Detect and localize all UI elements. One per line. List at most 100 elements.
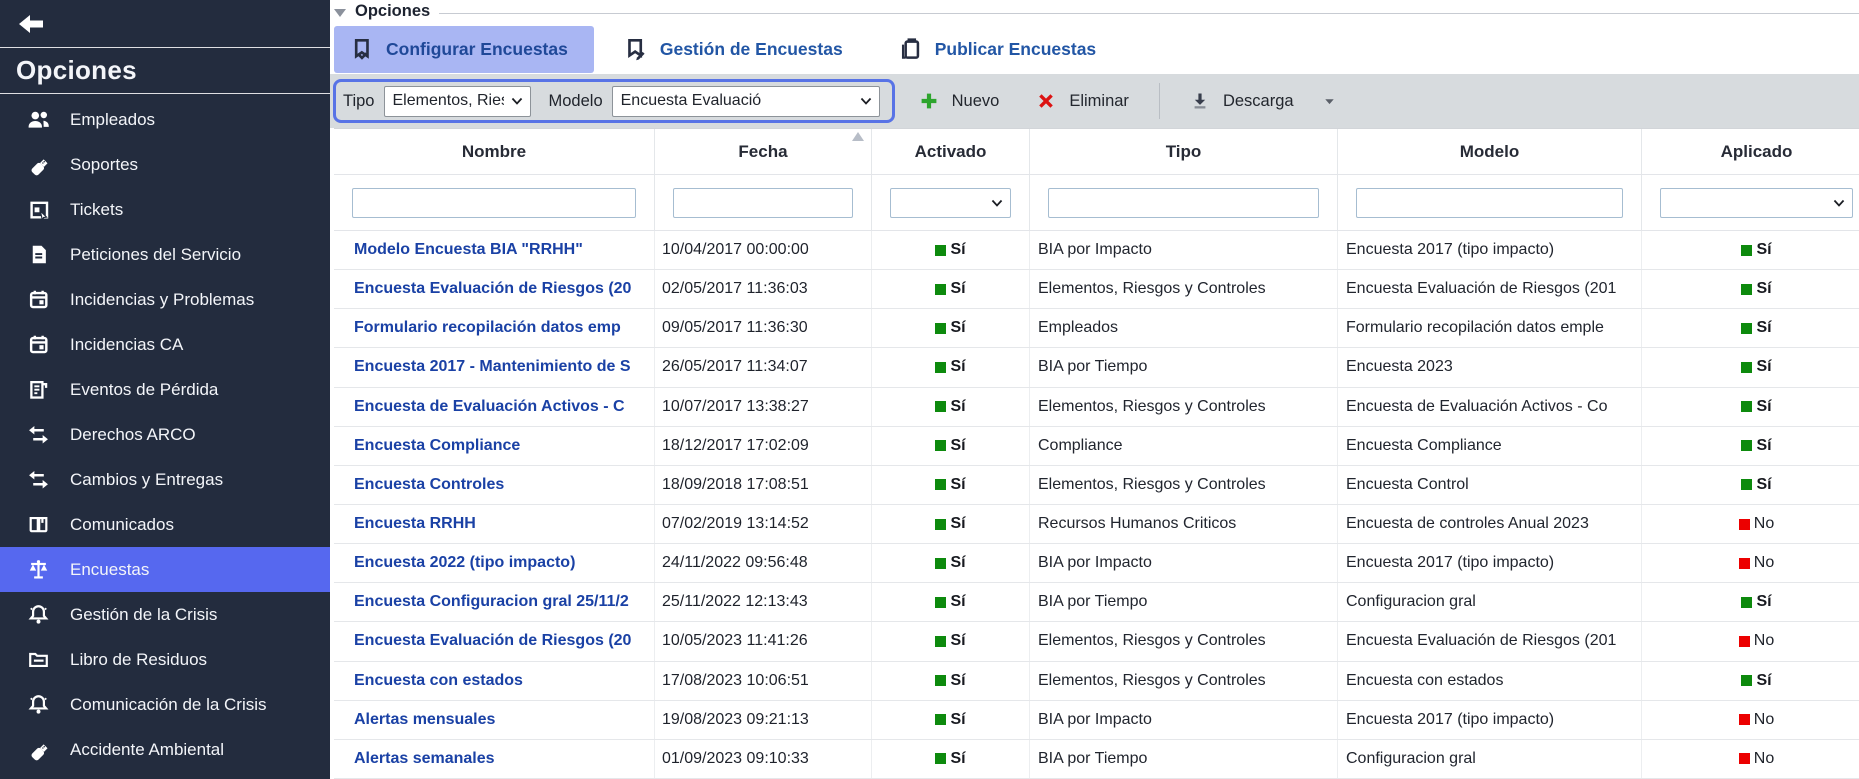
- sidebar-item-empleados[interactable]: Empleados: [0, 97, 330, 142]
- survey-link[interactable]: Encuesta 2022 (tipo impacto): [354, 554, 575, 572]
- sidebar-collapse-button[interactable]: [0, 0, 330, 48]
- modelo-select[interactable]: Encuesta Evaluació: [612, 86, 880, 117]
- survey-link[interactable]: Encuesta Compliance: [354, 437, 520, 455]
- cell-tipo: BIA por Impacto: [1030, 701, 1338, 739]
- column-header-activado[interactable]: Activado: [872, 129, 1030, 174]
- caret-down-icon[interactable]: [1323, 95, 1336, 108]
- table-row[interactable]: Modelo Encuesta BIA "RRHH"10/04/2017 00:…: [334, 231, 1859, 270]
- table-row[interactable]: Encuesta Controles18/09/2018 17:08:51SíE…: [334, 466, 1859, 505]
- cell-fecha: 24/11/2022 09:56:48: [655, 544, 872, 582]
- tipo-label: Tipo: [343, 92, 375, 111]
- table-row[interactable]: Encuesta Compliance18/12/2017 17:02:09Sí…: [334, 427, 1859, 466]
- red-square-icon: [1739, 714, 1750, 725]
- filter-select-activado[interactable]: [890, 188, 1011, 218]
- column-header-nombre[interactable]: Nombre: [334, 129, 655, 174]
- sidebar-item-label: Eventos de Pérdida: [70, 380, 218, 400]
- cell-nombre: Formulario recopilación datos emp: [334, 309, 655, 347]
- cell-tipo: Elementos, Riesgos y Controles: [1030, 622, 1338, 660]
- cell-aplicado: Sí: [1642, 583, 1859, 621]
- survey-link[interactable]: Encuesta Controles: [354, 476, 504, 494]
- sidebar-item-eventos-de-p-rdida[interactable]: Eventos de Pérdida: [0, 367, 330, 412]
- green-square-icon: [935, 323, 946, 334]
- survey-link[interactable]: Encuesta 2017 - Mantenimiento de S: [354, 358, 631, 376]
- table-row[interactable]: Alertas semanales01/09/2023 09:10:33SíBI…: [334, 740, 1859, 779]
- table-row[interactable]: Formulario recopilación datos emp 09/05/2…: [334, 309, 1859, 348]
- filter-input-fecha[interactable]: [673, 188, 853, 218]
- survey-link[interactable]: Formulario recopilación datos emp: [354, 319, 621, 337]
- filter-select-aplicado[interactable]: [1660, 188, 1853, 218]
- table-row[interactable]: Encuesta RRHH07/02/2019 13:14:52SíRecurs…: [334, 505, 1859, 544]
- sidebar-item-derechos-arco[interactable]: Derechos ARCO: [0, 412, 330, 457]
- table-row[interactable]: Encuesta Evaluación de Riesgos (2002/05/…: [334, 270, 1859, 309]
- survey-link[interactable]: Alertas mensuales: [354, 711, 495, 729]
- sidebar-item-incidencias-y-problemas[interactable]: Incidencias y Problemas: [0, 277, 330, 322]
- cell-fecha: 17/08/2023 10:06:51: [655, 662, 872, 700]
- table-row[interactable]: Encuesta Configuracion gral 25/11/225/11…: [334, 583, 1859, 622]
- collapse-triangle-icon[interactable]: [334, 9, 346, 17]
- scales-icon: [27, 558, 50, 581]
- options-fieldset-legend: Opciones: [334, 0, 1859, 23]
- sidebar-item-encuestas[interactable]: Encuestas: [0, 547, 330, 592]
- delete-button[interactable]: Eliminar: [1036, 91, 1129, 111]
- sidebar-item-comunicaci-n-de-la-crisis[interactable]: Comunicación de la Crisis: [0, 682, 330, 727]
- survey-link[interactable]: Encuesta Evaluación de Riesgos (20: [354, 632, 631, 650]
- cell-aplicado: Sí: [1642, 427, 1859, 465]
- cell-modelo: Encuesta de controles Anual 2023: [1338, 505, 1642, 543]
- cell-fecha: 09/05/2017 11:36:30: [655, 309, 872, 347]
- sidebar-item-cambios-y-entregas[interactable]: Cambios y Entregas: [0, 457, 330, 502]
- cell-aplicado: No: [1642, 701, 1859, 739]
- tab-publicar-encuestas[interactable]: Publicar Encuestas: [883, 26, 1122, 73]
- list-document-icon: [27, 378, 50, 401]
- column-header-tipo[interactable]: Tipo: [1030, 129, 1338, 174]
- sidebar-item-tickets[interactable]: Tickets: [0, 187, 330, 232]
- filter-cell-activado: [872, 175, 1030, 230]
- filter-input-nombre[interactable]: [352, 188, 636, 218]
- cell-tipo: Elementos, Riesgos y Controles: [1030, 270, 1338, 308]
- table-row[interactable]: Encuesta con estados17/08/2023 10:06:51S…: [334, 662, 1859, 701]
- download-button[interactable]: Descarga: [1190, 91, 1336, 111]
- column-header-aplicado[interactable]: Aplicado: [1642, 129, 1859, 174]
- survey-link[interactable]: Encuesta RRHH: [354, 515, 476, 533]
- sidebar-item-accidente-ambiental[interactable]: Accidente Ambiental: [0, 727, 330, 772]
- sidebar-item-label: Accidente Ambiental: [70, 740, 224, 760]
- table-filter-row: [334, 175, 1859, 231]
- cell-activado: Sí: [872, 544, 1030, 582]
- table-row[interactable]: Alertas mensuales19/08/2023 09:21:13SíBI…: [334, 701, 1859, 740]
- tab-bar: Configurar Encuestas Gestión de Encuestas…: [334, 25, 1122, 73]
- green-square-icon: [935, 284, 946, 295]
- cell-aplicado: Sí: [1642, 348, 1859, 386]
- cell-fecha: 18/09/2018 17:08:51: [655, 466, 872, 504]
- table-row[interactable]: Encuesta 2017 - Mantenimiento de S26/05/…: [334, 348, 1859, 387]
- usb-icon: [27, 738, 50, 761]
- sidebar-item-soportes[interactable]: Soportes: [0, 142, 330, 187]
- document-icon: [27, 243, 50, 266]
- cell-modelo: Formulario recopilación datos emple: [1338, 309, 1642, 347]
- table-row[interactable]: Encuesta Evaluación de Riesgos (2010/05/…: [334, 622, 1859, 661]
- sidebar-item-libro-de-residuos[interactable]: Libro de Residuos: [0, 637, 330, 682]
- sidebar-item-incidencias-ca[interactable]: Incidencias CA: [0, 322, 330, 367]
- sidebar-item-comunicados[interactable]: Comunicados: [0, 502, 330, 547]
- cell-nombre: Encuesta Controles: [334, 466, 655, 504]
- cell-modelo: Encuesta de Evaluación Activos - Co: [1338, 388, 1642, 426]
- column-header-fecha[interactable]: Fecha: [655, 129, 872, 174]
- survey-link[interactable]: Encuesta con estados: [354, 672, 523, 690]
- column-header-modelo[interactable]: Modelo: [1338, 129, 1642, 174]
- sidebar-item-gesti-n-de-la-crisis[interactable]: Gestión de la Crisis: [0, 592, 330, 637]
- filter-input-tipo[interactable]: [1048, 188, 1319, 218]
- filter-cell-aplicado: [1642, 175, 1859, 230]
- survey-link[interactable]: Modelo Encuesta BIA "RRHH": [354, 241, 583, 259]
- table-row[interactable]: Encuesta 2022 (tipo impacto) 24/11/2022 0…: [334, 544, 1859, 583]
- survey-link[interactable]: Encuesta de Evaluación Activos - C: [354, 398, 625, 416]
- sidebar-item-peticiones-del-servicio[interactable]: Peticiones del Servicio: [0, 232, 330, 277]
- tab-configurar-encuestas[interactable]: Configurar Encuestas: [334, 26, 594, 73]
- tipo-select[interactable]: Elementos, Riesgos: [384, 86, 531, 117]
- survey-link[interactable]: Encuesta Evaluación de Riesgos (20: [354, 280, 631, 298]
- cell-aplicado: No: [1642, 505, 1859, 543]
- new-button[interactable]: Nuevo: [919, 91, 1000, 111]
- survey-link[interactable]: Encuesta Configuracion gral 25/11/2: [354, 593, 629, 611]
- tab-gesti-n-de-encuestas[interactable]: Gestión de Encuestas: [608, 26, 869, 73]
- filter-input-modelo[interactable]: [1356, 188, 1623, 218]
- survey-link[interactable]: Alertas semanales: [354, 750, 495, 768]
- green-square-icon: [935, 558, 946, 569]
- table-row[interactable]: Encuesta de Evaluación Activos - C10/07/…: [334, 388, 1859, 427]
